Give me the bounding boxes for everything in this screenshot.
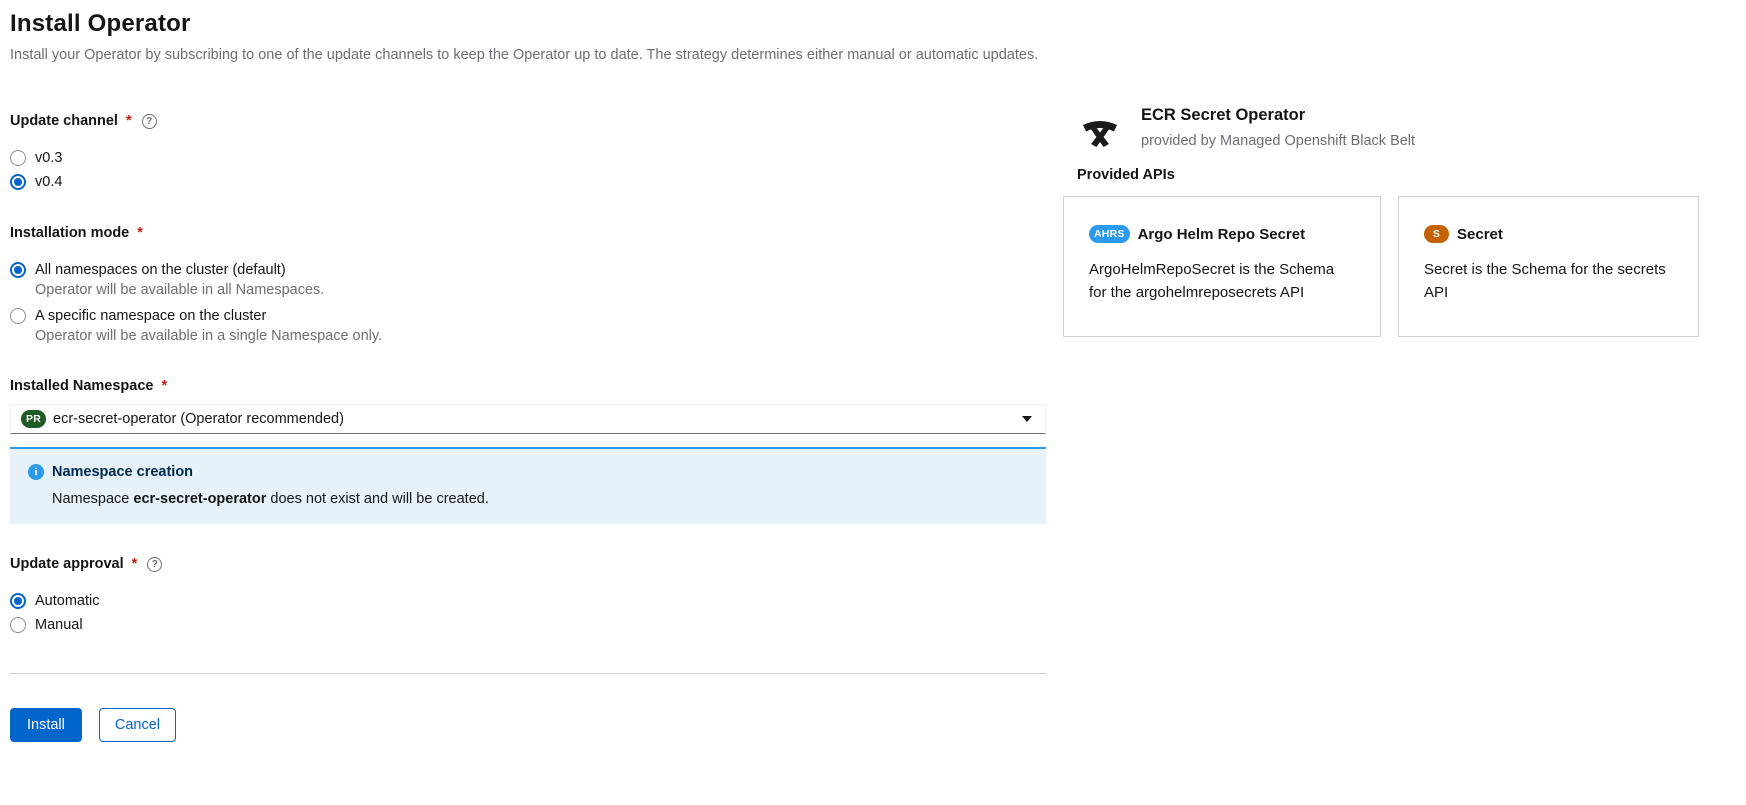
page-subtitle: Install your Operator by subscribing to … (10, 47, 1046, 63)
api-card-title: Secret (1457, 226, 1503, 243)
api-card-description: Secret is the Schema for the secrets API (1424, 259, 1673, 304)
radio-label[interactable]: Manual (35, 617, 83, 633)
radio-approval-automatic[interactable]: Automatic (10, 593, 1046, 609)
help-icon[interactable]: ? (147, 557, 162, 572)
radio-label[interactable]: Automatic (35, 593, 99, 609)
provided-apis-heading: Provided APIs (1063, 167, 1715, 183)
api-badge: AHRS (1089, 225, 1130, 243)
cancel-button[interactable]: Cancel (99, 708, 176, 742)
radio-label[interactable]: All namespaces on the cluster (default) (35, 262, 286, 278)
installation-mode-label: Installation mode (10, 225, 129, 241)
chevron-down-icon (1022, 416, 1032, 422)
form-divider (10, 673, 1046, 674)
update-channel-label: Update channel (10, 113, 118, 129)
alert-body-suffix: does not exist and will be created. (266, 491, 488, 507)
help-icon[interactable]: ? (142, 114, 157, 129)
project-badge: PR (21, 410, 46, 428)
radio-icon[interactable] (10, 308, 26, 324)
operator-title-block: ECR Secret Operator provided by Managed … (1141, 106, 1415, 152)
info-icon: i (28, 464, 44, 480)
namespace-select-value: ecr-secret-operator (Operator recommende… (53, 411, 344, 427)
page-title: Install Operator (10, 10, 1046, 38)
radio-icon[interactable] (10, 150, 26, 166)
api-card-secret[interactable]: S Secret Secret is the Schema for the se… (1398, 196, 1699, 337)
operator-sidebar: ECR Secret Operator provided by Managed … (1063, 106, 1715, 742)
required-asterisk: * (137, 225, 143, 241)
api-card-title: Argo Helm Repo Secret (1138, 226, 1306, 243)
radio-approval-manual[interactable]: Manual (10, 617, 1046, 633)
radio-label[interactable]: v0.3 (35, 150, 62, 166)
required-asterisk: * (161, 378, 167, 394)
radio-icon[interactable] (10, 262, 26, 278)
required-asterisk: * (126, 113, 132, 129)
radio-specific-namespace[interactable]: A specific namespace on the cluster (10, 308, 1046, 324)
required-asterisk: * (132, 556, 138, 572)
install-operator-page: Install Operator Install your Operator b… (0, 0, 1746, 742)
radio-channel-v0-4[interactable]: v0.4 (10, 174, 1046, 190)
radio-channel-v0-3[interactable]: v0.3 (10, 150, 1046, 166)
namespace-creation-alert: i Namespace creation Namespace ecr-secre… (10, 447, 1046, 524)
form-actions: Install Cancel (10, 708, 1046, 742)
black-belt-operator-logo-icon (1079, 114, 1121, 152)
alert-title: Namespace creation (52, 464, 193, 480)
radio-helper-text: Operator will be available in all Namesp… (35, 282, 1046, 298)
radio-icon[interactable] (10, 174, 26, 190)
namespace-select-dropdown[interactable]: PR ecr-secret-operator (Operator recomme… (10, 404, 1046, 434)
alert-body-prefix: Namespace (52, 491, 133, 507)
update-approval-label: Update approval (10, 556, 124, 572)
operator-provider: provided by Managed Openshift Black Belt (1141, 133, 1415, 149)
provided-apis-cards: AHRS Argo Helm Repo Secret ArgoHelmRepoS… (1063, 196, 1715, 337)
installed-namespace-field: Installed Namespace * (10, 378, 1046, 394)
installation-mode-field: Installation mode * (10, 225, 1046, 241)
api-card-description: ArgoHelmRepoSecret is the Schema for the… (1089, 259, 1355, 304)
install-form: Install Operator Install your Operator b… (10, 10, 1046, 742)
radio-icon[interactable] (10, 593, 26, 609)
alert-namespace-name: ecr-secret-operator (133, 491, 266, 507)
radio-label[interactable]: v0.4 (35, 174, 62, 190)
installed-namespace-label: Installed Namespace (10, 378, 153, 394)
radio-label[interactable]: A specific namespace on the cluster (35, 308, 266, 324)
alert-body: Namespace ecr-secret-operator does not e… (52, 491, 1030, 507)
operator-name: ECR Secret Operator (1141, 106, 1415, 125)
radio-helper-text: Operator will be available in a single N… (35, 328, 1046, 344)
operator-header: ECR Secret Operator provided by Managed … (1063, 106, 1715, 152)
radio-icon[interactable] (10, 617, 26, 633)
api-card-argo-helm-repo-secret[interactable]: AHRS Argo Helm Repo Secret ArgoHelmRepoS… (1063, 196, 1381, 337)
api-badge: S (1424, 225, 1449, 243)
update-approval-field: Update approval * ? (10, 556, 1046, 572)
update-channel-field: Update channel * ? (10, 113, 1046, 129)
install-button[interactable]: Install (10, 708, 82, 742)
radio-all-namespaces[interactable]: All namespaces on the cluster (default) (10, 262, 1046, 278)
